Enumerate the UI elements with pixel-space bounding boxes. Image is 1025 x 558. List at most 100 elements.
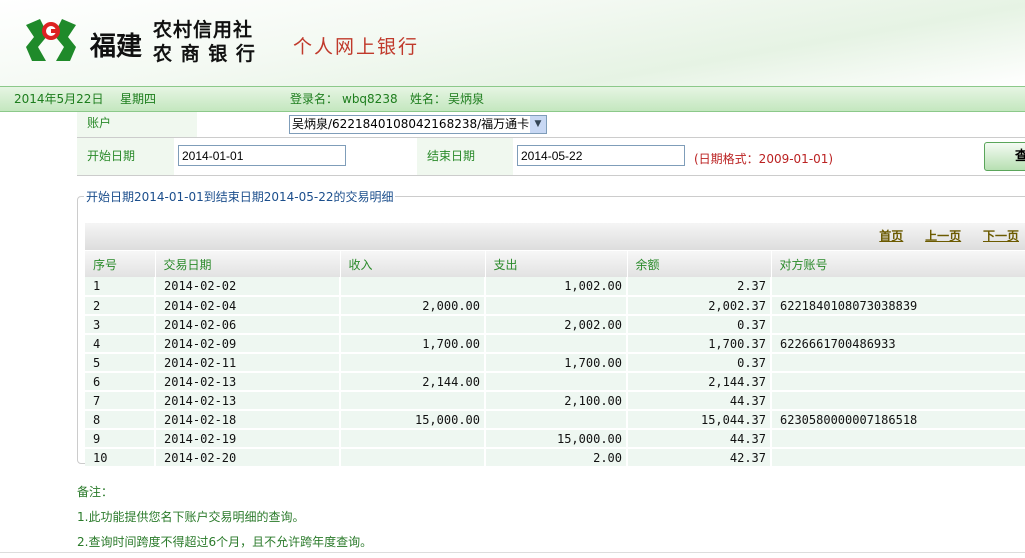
cell-counterparty: 6221840108073038839 xyxy=(771,296,1025,316)
cell-expense: 2,002.00 xyxy=(485,315,628,335)
account-label: 账户 xyxy=(77,112,197,137)
cell-income: 1,700.00 xyxy=(340,334,486,354)
first-page-link[interactable]: 首页 xyxy=(879,229,903,243)
cell-income: 15,000.00 xyxy=(340,410,486,430)
cell-seq: 10 xyxy=(85,448,156,468)
note-item: 1.此功能提供您名下账户交易明细的查询。 xyxy=(77,510,305,524)
notes: 备注： 1.此功能提供您名下账户交易明细的查询。 2.查询时间跨度不得超过6个月… xyxy=(77,483,372,558)
cell-seq: 1 xyxy=(85,277,156,297)
column-header-counterparty: 对方账号 xyxy=(771,251,1025,277)
cell-date: 2014-02-20 xyxy=(155,448,341,468)
cell-date: 2014-02-09 xyxy=(155,334,341,354)
column-header-date: 交易日期 xyxy=(155,251,341,277)
cell-seq: 8 xyxy=(85,410,156,430)
cell-balance: 0.37 xyxy=(627,315,772,335)
table-row: 5 2014-02-11 1,700.00 0.37 xyxy=(85,353,1025,373)
prev-page-link[interactable]: 上一页 xyxy=(925,229,961,243)
column-header-balance: 余额 xyxy=(627,251,772,277)
header: 福建 农村信用社 农 商 银 行 个人网上银行 xyxy=(0,0,1025,86)
cell-counterparty xyxy=(771,391,1025,411)
current-date: 2014年5月22日 xyxy=(14,92,104,106)
start-date-input[interactable] xyxy=(178,145,346,166)
cell-date: 2014-02-18 xyxy=(155,410,341,430)
notes-title: 备注： xyxy=(77,485,114,499)
divider xyxy=(0,552,1025,553)
cell-income xyxy=(340,315,486,335)
table-row: 6 2014-02-13 2,144.00 2,144.37 xyxy=(85,372,1025,392)
cell-seq: 3 xyxy=(85,315,156,335)
status-bar: 2014年5月22日 星期四 登录名： wbq8238 姓名： 吴炳泉 xyxy=(0,86,1025,112)
cell-seq: 4 xyxy=(85,334,156,354)
cell-counterparty xyxy=(771,429,1025,449)
result-title: 开始日期2014-01-01到结束日期2014-05-22的交易明细 xyxy=(86,190,394,204)
cell-balance: 42.37 xyxy=(627,448,772,468)
query-form: 账户 吴炳泉/6221840108042168238/福万通卡▼ 开始日期 结束… xyxy=(77,112,1025,176)
cell-counterparty xyxy=(771,372,1025,392)
cell-counterparty xyxy=(771,277,1025,297)
cell-seq: 2 xyxy=(85,296,156,316)
transaction-table: 序号 交易日期 收入 支出 余额 对方账号 1 2014-02-02 1,002.00 2.37… xyxy=(85,251,1025,468)
table-row: 10 2014-02-20 2.00 42.37 xyxy=(85,448,1025,468)
cell-counterparty xyxy=(771,448,1025,468)
cell-income xyxy=(340,448,486,468)
cell-expense xyxy=(485,334,628,354)
cell-income: 2,000.00 xyxy=(340,296,486,316)
cell-balance: 2,002.37 xyxy=(627,296,772,316)
date-format-hint: (日期格式：2009-01-01) xyxy=(694,152,834,166)
cell-income xyxy=(340,353,486,373)
bank-logo-icon xyxy=(26,19,76,61)
bank-subname: 农村信用社 农 商 银 行 xyxy=(153,18,256,66)
cell-income xyxy=(340,277,486,297)
pagination: 首页 上一页 下一页 xyxy=(85,223,1025,250)
cell-income xyxy=(340,391,486,411)
cell-income: 2,144.00 xyxy=(340,372,486,392)
cell-date: 2014-02-11 xyxy=(155,353,341,373)
table-row: 7 2014-02-13 2,100.00 44.37 xyxy=(85,391,1025,411)
cell-seq: 7 xyxy=(85,391,156,411)
cell-date: 2014-02-13 xyxy=(155,372,341,392)
cell-balance: 0.37 xyxy=(627,353,772,373)
chevron-down-icon[interactable]: ▼ xyxy=(530,116,546,133)
table-row: 8 2014-02-18 15,000.00 15,044.37 62305800000… xyxy=(85,410,1025,430)
account-select-value: 吴炳泉/6221840108042168238/福万通卡 xyxy=(292,117,530,131)
column-header-seq: 序号 xyxy=(85,251,156,277)
cell-balance: 2,144.37 xyxy=(627,372,772,392)
cell-counterparty: 6230580000007186518 xyxy=(771,410,1025,430)
end-date-input[interactable] xyxy=(517,145,685,166)
cell-balance: 44.37 xyxy=(627,429,772,449)
cell-income xyxy=(340,429,486,449)
cell-seq: 9 xyxy=(85,429,156,449)
user-name: 吴炳泉 xyxy=(448,92,485,106)
login-label: 登录名： xyxy=(290,92,339,106)
table-row: 2 2014-02-04 2,000.00 2,002.37 6221840108073… xyxy=(85,296,1025,316)
column-header-income: 收入 xyxy=(340,251,486,277)
table-body: 1 2014-02-02 1,002.00 2.37 2 2014-02-04 2,000.… xyxy=(85,277,1025,468)
cell-counterparty: 6226661700486933 xyxy=(771,334,1025,354)
cell-counterparty xyxy=(771,315,1025,335)
service-title: 个人网上银行 xyxy=(293,36,420,58)
cell-expense: 1,002.00 xyxy=(485,277,628,297)
cell-seq: 6 xyxy=(85,372,156,392)
transaction-details: 开始日期2014-01-01到结束日期2014-05-22的交易明细 首页 上一… xyxy=(77,188,1025,468)
account-select[interactable]: 吴炳泉/6221840108042168238/福万通卡 ▼ xyxy=(289,115,547,134)
cell-date: 2014-02-04 xyxy=(155,296,341,316)
table-row: 3 2014-02-06 2,002.00 0.37 xyxy=(85,315,1025,335)
cell-date: 2014-02-02 xyxy=(155,277,341,297)
query-button[interactable]: 查 xyxy=(984,142,1025,171)
date-row: 开始日期 结束日期 (日期格式：2009-01-01) 查 xyxy=(77,138,1025,176)
bank-subname-line1: 农村信用社 xyxy=(153,19,254,41)
end-date-label: 结束日期 xyxy=(417,138,513,175)
cell-date: 2014-02-19 xyxy=(155,429,341,449)
table-row: 1 2014-02-02 1,002.00 2.37 xyxy=(85,277,1025,297)
next-page-link[interactable]: 下一页 xyxy=(983,229,1019,243)
user-name-label: 姓名： xyxy=(410,92,447,106)
bank-name: 福建 xyxy=(90,32,143,62)
bank-subname-line2: 农 商 银 行 xyxy=(153,43,256,65)
cell-counterparty xyxy=(771,353,1025,373)
cell-expense: 15,000.00 xyxy=(485,429,628,449)
cell-date: 2014-02-06 xyxy=(155,315,341,335)
start-date-label: 开始日期 xyxy=(77,138,174,175)
cell-expense: 1,700.00 xyxy=(485,353,628,373)
account-row: 账户 吴炳泉/6221840108042168238/福万通卡 ▼ xyxy=(77,112,1025,138)
column-header-expense: 支出 xyxy=(485,251,628,277)
